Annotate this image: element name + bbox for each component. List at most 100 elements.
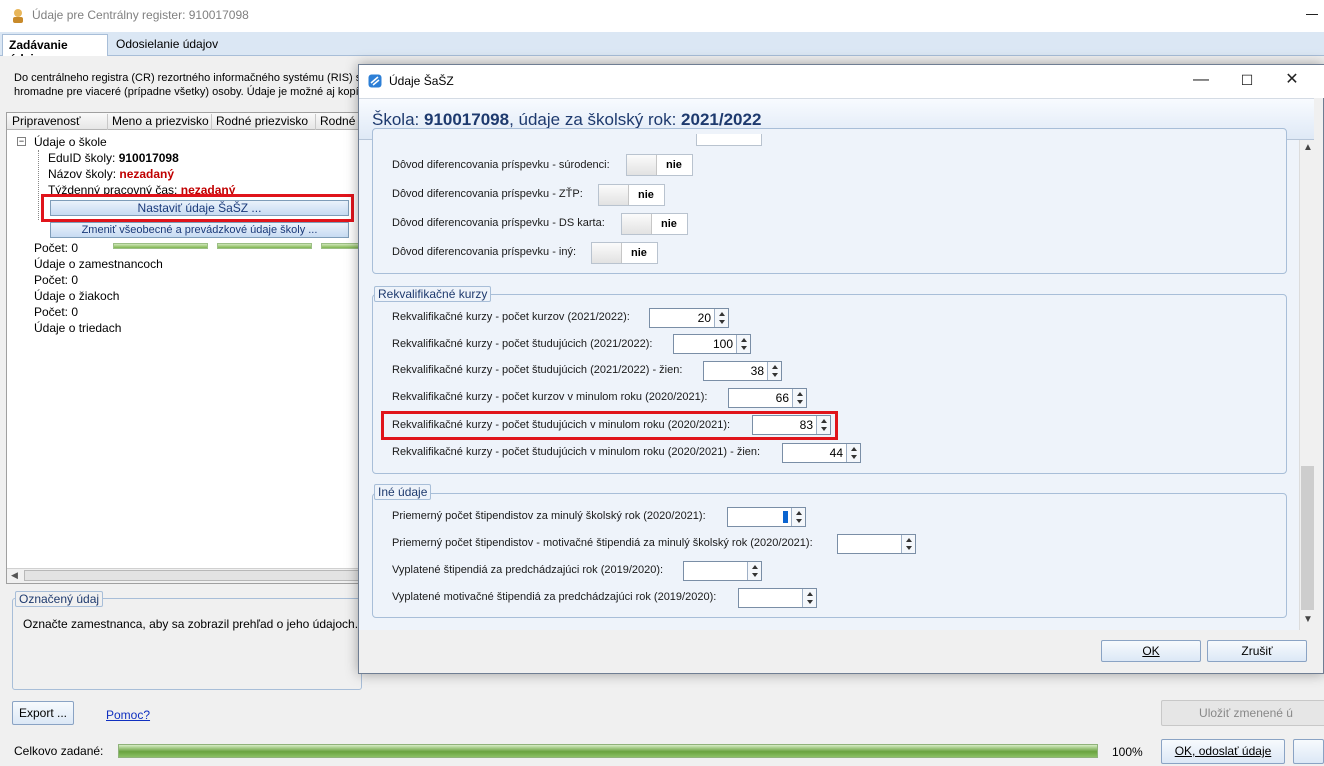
ine-label-3: Vyplatené motivačné štipendiá za predchá… <box>392 591 717 603</box>
dialog-close-icon[interactable]: ✕ <box>1282 72 1302 90</box>
help-link[interactable]: Pomoc? <box>106 708 150 722</box>
export-button[interactable]: Export ... <box>12 701 74 725</box>
save-changes-button[interactable]: Uložiť zmenené ú <box>1161 700 1324 726</box>
toggle-ds-karta[interactable]: nie <box>621 213 688 235</box>
extra-button[interactable] <box>1293 739 1324 764</box>
scroll-left-icon[interactable]: ◀ <box>11 570 18 581</box>
spin-up-icon[interactable] <box>752 565 758 569</box>
spin-down-icon[interactable] <box>851 455 857 459</box>
header-school: 910017098 <box>423 110 510 129</box>
spin-down-icon[interactable] <box>797 400 803 404</box>
toggle-value: nie <box>661 218 677 230</box>
change-general-button[interactable]: Zmeniť všeobecné a prevádzkové údaje ško… <box>50 222 349 238</box>
spinner-value[interactable]: 44 <box>783 444 846 462</box>
ine-spinner-3[interactable] <box>738 588 817 608</box>
tree-item-skola[interactable]: Údaje o škole <box>34 135 107 149</box>
rekval-spinner-5[interactable]: 44 <box>782 443 861 463</box>
ine-spinner-1[interactable] <box>837 534 916 554</box>
spin-down-icon[interactable] <box>719 320 725 324</box>
toggle-knob <box>622 214 652 234</box>
spinner-buttons[interactable] <box>802 589 816 607</box>
spin-up-icon[interactable] <box>719 312 725 316</box>
ine-spinner-2[interactable] <box>683 561 762 581</box>
text-cursor <box>783 511 788 523</box>
tree-item-zamestnanci[interactable]: Údaje o zamestnancoch <box>34 257 163 271</box>
spinner-buttons[interactable] <box>747 562 761 580</box>
spin-down-icon[interactable] <box>752 573 758 577</box>
spinner-value[interactable]: 38 <box>704 362 767 380</box>
scroll-up-icon[interactable]: ▲ <box>1303 142 1313 153</box>
header-year: 2021/2022 <box>681 110 762 129</box>
spin-up-icon[interactable] <box>741 338 747 342</box>
tree-item-triedy[interactable]: Údaje o triedach <box>34 321 121 335</box>
ine-group-title: Iné údaje <box>374 484 432 500</box>
ine-spinner-0[interactable] <box>727 507 806 527</box>
rekval-spinner-2[interactable]: 38 <box>703 361 782 381</box>
set-sasz-button[interactable]: Nastaviť údaje ŠaŠZ ... <box>50 200 349 216</box>
toggle-surodenci[interactable]: nie <box>626 154 693 176</box>
spin-up-icon[interactable] <box>906 538 912 542</box>
column-header-rodne-cislo[interactable]: Rodné č <box>316 114 359 130</box>
tab-odosielanie[interactable]: Odosielanie údajov <box>110 34 224 56</box>
spinner-value[interactable]: 100 <box>674 335 736 353</box>
total-progress-bar <box>118 744 1098 758</box>
toggle-label-ztp: Dôvod diferencovania príspevku - ZŤP: <box>392 188 583 200</box>
scroll-down-icon[interactable]: ▼ <box>1303 614 1313 625</box>
dialog-scrollbar-thumb[interactable] <box>1301 466 1314 610</box>
spin-up-icon[interactable] <box>821 419 827 423</box>
ok-send-button[interactable]: OK, odoslať údaje <box>1161 739 1285 764</box>
spinner-buttons[interactable] <box>767 362 781 380</box>
tab-zadavanie[interactable]: Zadávanie údajov <box>2 34 108 66</box>
rekval-spinner-3[interactable]: 66 <box>728 388 807 408</box>
dialog-title: Údaje ŠaŠZ <box>389 74 454 88</box>
spinner-buttons[interactable] <box>901 535 915 553</box>
spin-down-icon[interactable] <box>796 519 802 523</box>
toggle-iny[interactable]: nie <box>591 242 658 264</box>
dialog-minimize-icon[interactable]: — <box>1191 72 1211 90</box>
progress-bar-rodne <box>217 243 312 249</box>
rekval-spinner-1[interactable]: 100 <box>673 334 751 354</box>
dialog-app-icon <box>368 74 382 88</box>
spinner-buttons[interactable] <box>714 309 728 327</box>
spin-down-icon[interactable] <box>741 346 747 350</box>
toggle-value: nie <box>638 189 654 201</box>
dialog-ok-button[interactable]: OK <box>1101 640 1201 662</box>
spin-up-icon[interactable] <box>807 592 813 596</box>
spinner-buttons[interactable] <box>792 389 806 407</box>
spin-down-icon[interactable] <box>821 427 827 431</box>
toggle-ztp[interactable]: nie <box>598 184 665 206</box>
spinner-buttons[interactable] <box>791 508 805 526</box>
app-icon <box>13 9 23 23</box>
description-line-1: Do centrálneho registra (CR) rezortného … <box>14 72 362 84</box>
count-label-2: Počet: 0 <box>34 273 79 287</box>
scrollbar-thumb[interactable] <box>24 570 360 581</box>
spin-up-icon[interactable] <box>772 365 778 369</box>
spin-down-icon[interactable] <box>772 373 778 377</box>
rekval-label-3: Rekvalifikačné kurzy - počet kurzov v mi… <box>392 391 708 403</box>
spin-up-icon[interactable] <box>796 511 802 515</box>
description-text: Do centrálneho registra (CR) rezortného … <box>14 71 362 99</box>
spin-down-icon[interactable] <box>906 546 912 550</box>
spin-up-icon[interactable] <box>797 392 803 396</box>
spinner-value[interactable]: 83 <box>753 416 816 434</box>
spin-down-icon[interactable] <box>807 600 813 604</box>
rekval-spinner-0[interactable]: 20 <box>649 308 729 328</box>
spin-up-icon[interactable] <box>851 447 857 451</box>
spinner-buttons[interactable] <box>816 416 830 434</box>
spinner-value[interactable]: 66 <box>729 389 792 407</box>
dialog-maximize-icon[interactable]: ☐ <box>1237 72 1257 90</box>
column-header-rodne-priezvisko[interactable]: Rodné priezvisko <box>212 114 316 130</box>
rekval-spinner-4[interactable]: 83 <box>752 415 831 435</box>
column-header-pripravenost[interactable]: Pripravenosť <box>8 114 108 130</box>
marked-group-title: Označený údaj <box>15 591 104 607</box>
total-percent: 100% <box>1112 745 1143 759</box>
dialog-cancel-button[interactable]: Zrušiť <box>1207 640 1307 662</box>
column-header-meno[interactable]: Meno a priezvisko <box>108 114 212 130</box>
toggle-partial[interactable] <box>696 134 762 146</box>
tree-item-ziaci[interactable]: Údaje o žiakoch <box>34 289 119 303</box>
spinner-buttons[interactable] <box>736 335 750 353</box>
spinner-buttons[interactable] <box>846 444 860 462</box>
minimize-icon[interactable] <box>1306 14 1318 15</box>
spinner-value[interactable]: 20 <box>650 309 714 327</box>
tree-collapse-icon[interactable]: − <box>17 137 26 146</box>
